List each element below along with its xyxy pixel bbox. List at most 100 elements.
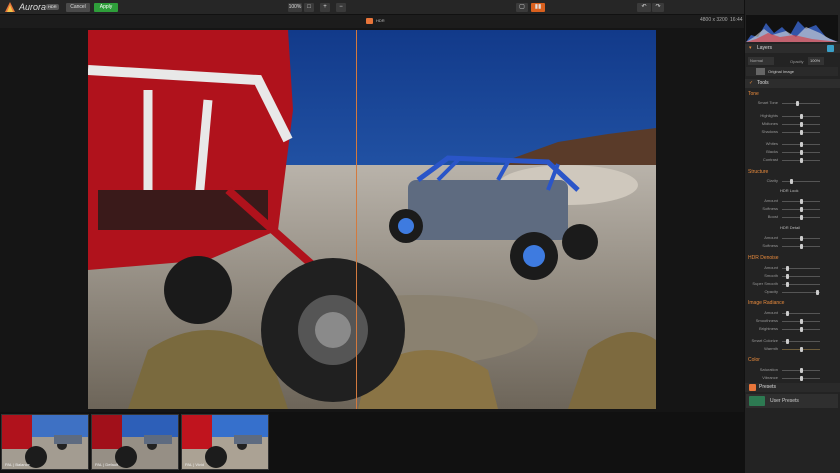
slider[interactable] (782, 114, 820, 119)
section-image-radiance[interactable]: Image Radiance (748, 300, 784, 306)
apply-button[interactable]: Apply (94, 3, 118, 12)
slider[interactable] (782, 376, 820, 381)
chevron-down-icon: ▾ (749, 45, 752, 51)
section-color[interactable]: Color (748, 357, 760, 363)
slider[interactable] (782, 274, 820, 279)
cancel-button[interactable]: Cancel (66, 3, 90, 12)
zoom-readout: 16:44 (730, 17, 743, 23)
filmstrip-thumb[interactable]: PAL | Balance (1, 414, 89, 470)
zoom-in-icon[interactable]: + (320, 3, 330, 12)
slider[interactable] (782, 327, 820, 332)
add-layer-icon[interactable] (827, 45, 834, 52)
slider[interactable] (782, 122, 820, 127)
slider-label: Saturation (759, 367, 778, 372)
slider[interactable] (782, 158, 820, 163)
slider[interactable] (782, 319, 820, 324)
user-presets-row[interactable]: User Presets (746, 394, 838, 408)
layers-title: Layers (757, 45, 773, 51)
slider-label: Highlights (760, 113, 778, 118)
slider[interactable] (782, 101, 820, 106)
slider-label: Amount (764, 198, 778, 203)
slider-label: Vibrance (762, 375, 778, 380)
slider[interactable] (782, 282, 820, 287)
histogram (746, 15, 838, 42)
top-toolbar: Aurora HDR Cancel Apply 100% □ + − ▢ ▮▮ … (0, 0, 840, 15)
slider[interactable] (782, 347, 820, 352)
slider-label: Warmth (764, 346, 778, 351)
blend-mode-select[interactable]: Normal (748, 57, 774, 65)
slider-label: Whites (765, 141, 778, 146)
redo-icon[interactable]: ↷ (652, 3, 664, 12)
app-badge: HDR (46, 4, 59, 10)
slider-label: Contrast (762, 157, 778, 162)
user-presets-label: User Presets (770, 398, 799, 404)
app-name: Aurora (19, 2, 47, 12)
slider[interactable] (782, 199, 820, 204)
slider-label: Brightness (759, 326, 778, 331)
slider-label: Boost (767, 214, 778, 219)
slider-label: Softness (762, 206, 778, 211)
slider[interactable] (782, 339, 820, 344)
slider[interactable] (782, 142, 820, 147)
presets-header[interactable]: Presets (745, 383, 840, 392)
slider-label: Blacks (766, 149, 778, 154)
fit-icon[interactable]: □ (304, 3, 314, 12)
presets-title: Presets (759, 384, 776, 390)
split-view-icon[interactable]: ▮▮ (531, 3, 545, 12)
opacity-label: Opacity (790, 59, 804, 64)
tools-header[interactable]: ✓ Tools (745, 79, 840, 88)
opacity-value[interactable]: 100% (808, 57, 824, 65)
slider-label: Softness (762, 243, 778, 248)
aurora-logo-icon (5, 2, 15, 12)
slider-label: Clarity (766, 178, 778, 183)
photo-image (88, 30, 656, 409)
slider-label: Amount (764, 310, 778, 315)
image-dimensions: 4800 x 3200 (700, 17, 728, 23)
slider-label: Smart Colorize (751, 338, 778, 343)
section-structure[interactable]: Structure (748, 169, 768, 175)
filmstrip-thumb[interactable]: PAL | Default (91, 414, 179, 470)
slider[interactable] (782, 179, 820, 184)
tools-title: Tools (757, 80, 769, 86)
slider[interactable] (782, 236, 820, 241)
slider[interactable] (782, 244, 820, 249)
compare-label: HDR (376, 18, 385, 23)
slider-label: Smart Tone (757, 100, 778, 105)
presets-icon (749, 384, 756, 391)
slider[interactable] (782, 215, 820, 220)
thumb-label: PAL | Default (95, 462, 119, 467)
slider[interactable] (782, 207, 820, 212)
slider[interactable] (782, 266, 820, 271)
section-hdr-denoise[interactable]: HDR Denoise (748, 255, 779, 261)
subsection-hdr-look[interactable]: HDR Look (780, 188, 798, 193)
thumb-label: PAL | Balance (5, 462, 30, 467)
split-divider[interactable] (356, 30, 357, 409)
slider[interactable] (782, 311, 820, 316)
zoom-value[interactable]: 100% (288, 3, 302, 12)
user-presets-icon (749, 396, 765, 406)
single-view-icon[interactable]: ▢ (516, 3, 528, 12)
photo-preview[interactable] (88, 30, 656, 409)
check-icon: ✓ (749, 80, 754, 86)
layer-row[interactable]: Original Image (746, 67, 838, 76)
slider-label: Shadows (761, 129, 778, 134)
subsection-hdr-detail[interactable]: HDR Detail (780, 225, 800, 230)
slider-label: Amount (764, 265, 778, 270)
compare-icon[interactable] (366, 18, 373, 24)
slider[interactable] (782, 368, 820, 373)
undo-icon[interactable]: ↶ (637, 3, 651, 12)
section-tone[interactable]: Tone (748, 91, 759, 97)
zoom-out-icon[interactable]: − (336, 3, 346, 12)
slider[interactable] (782, 130, 820, 135)
layer-name: Original Image (768, 69, 795, 74)
slider-label: Super Smooth (752, 281, 778, 286)
slider-label: Midtones (761, 121, 778, 126)
slider[interactable] (782, 290, 820, 295)
thumb-label: PAL | Vivid (185, 462, 204, 467)
slider-label: Amount (764, 235, 778, 240)
layer-thumb (756, 68, 765, 75)
slider[interactable] (782, 150, 820, 155)
filmstrip-thumb[interactable]: PAL | Vivid (181, 414, 269, 470)
slider-label: Opacity (764, 289, 778, 294)
layers-header[interactable]: ▾ Layers (745, 44, 840, 53)
